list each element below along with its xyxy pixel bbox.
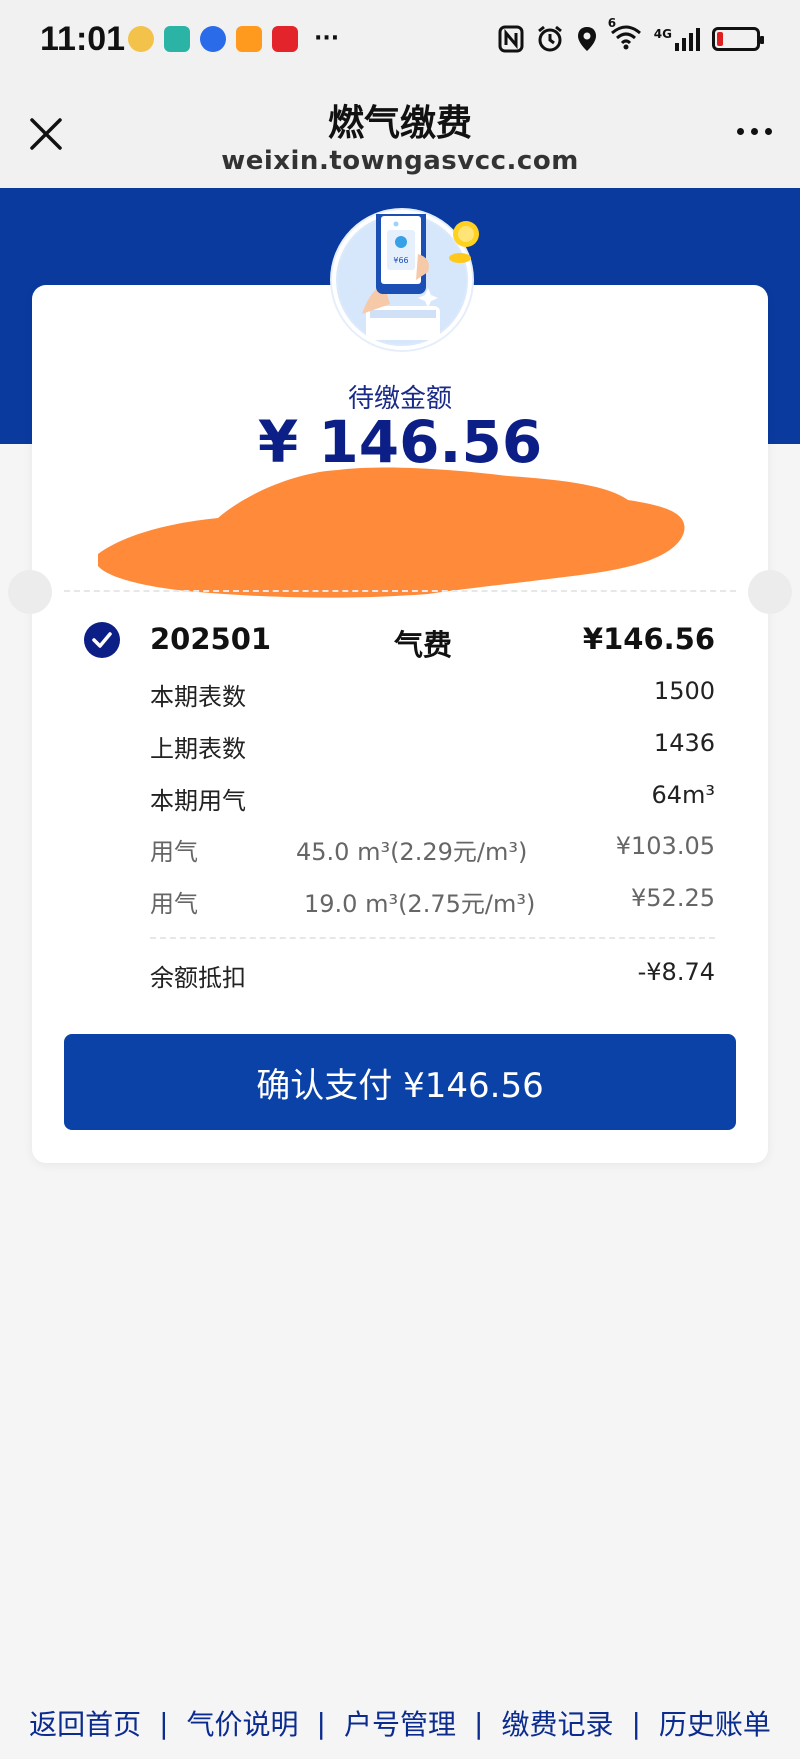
footer-separator: | xyxy=(316,1706,326,1740)
video-app-icon xyxy=(236,26,262,52)
status-bar: 11:01 ··· 6 4G xyxy=(0,0,800,80)
more-options-icon[interactable] xyxy=(737,128,772,135)
status-time: 11:01 xyxy=(40,20,126,58)
tier1-label: 用气 xyxy=(150,838,198,866)
monkey-app-icon xyxy=(128,26,154,52)
store-app-icon xyxy=(164,26,190,52)
gas-usage-value: 64m³ xyxy=(651,781,715,809)
tier1-amount: ¥103.05 xyxy=(615,832,715,860)
huawei-app-icon xyxy=(272,26,298,52)
current-reading-label: 本期表数 xyxy=(150,683,246,711)
dashed-divider xyxy=(64,590,736,592)
selected-check-icon[interactable] xyxy=(84,622,120,658)
redacted-account-info xyxy=(98,467,685,598)
nav-bar: 燃气缴费 weixin.towngasvcc.com xyxy=(0,80,800,188)
music-app-icon xyxy=(200,26,226,52)
footer-separator: | xyxy=(474,1706,484,1740)
footer-link-gas-price[interactable]: 气价说明 xyxy=(187,1703,299,1743)
footer-link-home[interactable]: 返回首页 xyxy=(29,1703,141,1743)
tier2-detail: 19.0 m³(2.75元/m³) xyxy=(304,890,536,918)
footer-separator: | xyxy=(631,1706,641,1740)
tier2-label: 用气 xyxy=(150,890,198,918)
tier2-amount: ¥52.25 xyxy=(631,884,715,912)
system-icons: 6 4G xyxy=(498,16,764,54)
network-type-label: 4G xyxy=(653,27,672,41)
battery-icon xyxy=(712,27,764,51)
more-notifications-icon: ··· xyxy=(314,26,340,51)
card-notch-left xyxy=(8,570,52,614)
svg-text:¥66: ¥66 xyxy=(393,256,408,265)
footer-separator: | xyxy=(159,1706,169,1740)
page-url: weixin.towngasvcc.com xyxy=(221,146,579,176)
notification-icons: ··· xyxy=(128,26,339,52)
phone-payment-illustration: ¥66 xyxy=(332,210,479,350)
footer-link-payment-records[interactable]: 缴费记录 xyxy=(501,1703,613,1743)
fee-amount: ¥146.56 xyxy=(582,622,715,656)
fee-type: 气费 xyxy=(394,628,453,662)
footer-link-bill-history[interactable]: 历史账单 xyxy=(659,1703,771,1743)
gas-usage-label: 本期用气 xyxy=(150,787,246,815)
alarm-icon xyxy=(537,25,562,52)
previous-reading-label: 上期表数 xyxy=(150,735,246,763)
confirm-pay-button[interactable]: 确认支付 ¥146.56 xyxy=(64,1034,736,1130)
bill-period: 202501 xyxy=(150,622,272,656)
location-icon xyxy=(577,27,596,51)
deduction-label: 余额抵扣 xyxy=(150,964,246,992)
current-reading-value: 1500 xyxy=(653,677,715,705)
page-title: 燃气缴费 xyxy=(327,103,472,144)
tier1-detail: 45.0 m³(2.29元/m³) xyxy=(296,838,528,866)
footer-links: 返回首页 | 气价说明 | 户号管理 | 缴费记录 | 历史账单 xyxy=(0,1700,800,1746)
signal-icon xyxy=(675,28,700,51)
nfc-icon xyxy=(498,25,524,53)
previous-reading-value: 1436 xyxy=(653,729,715,757)
deduction-amount: -¥8.74 xyxy=(637,958,715,986)
card-notch-right xyxy=(748,570,792,614)
dashed-divider-2 xyxy=(150,937,715,939)
wifi-badge: 6 xyxy=(607,16,617,30)
footer-link-account-manage[interactable]: 户号管理 xyxy=(344,1703,456,1743)
